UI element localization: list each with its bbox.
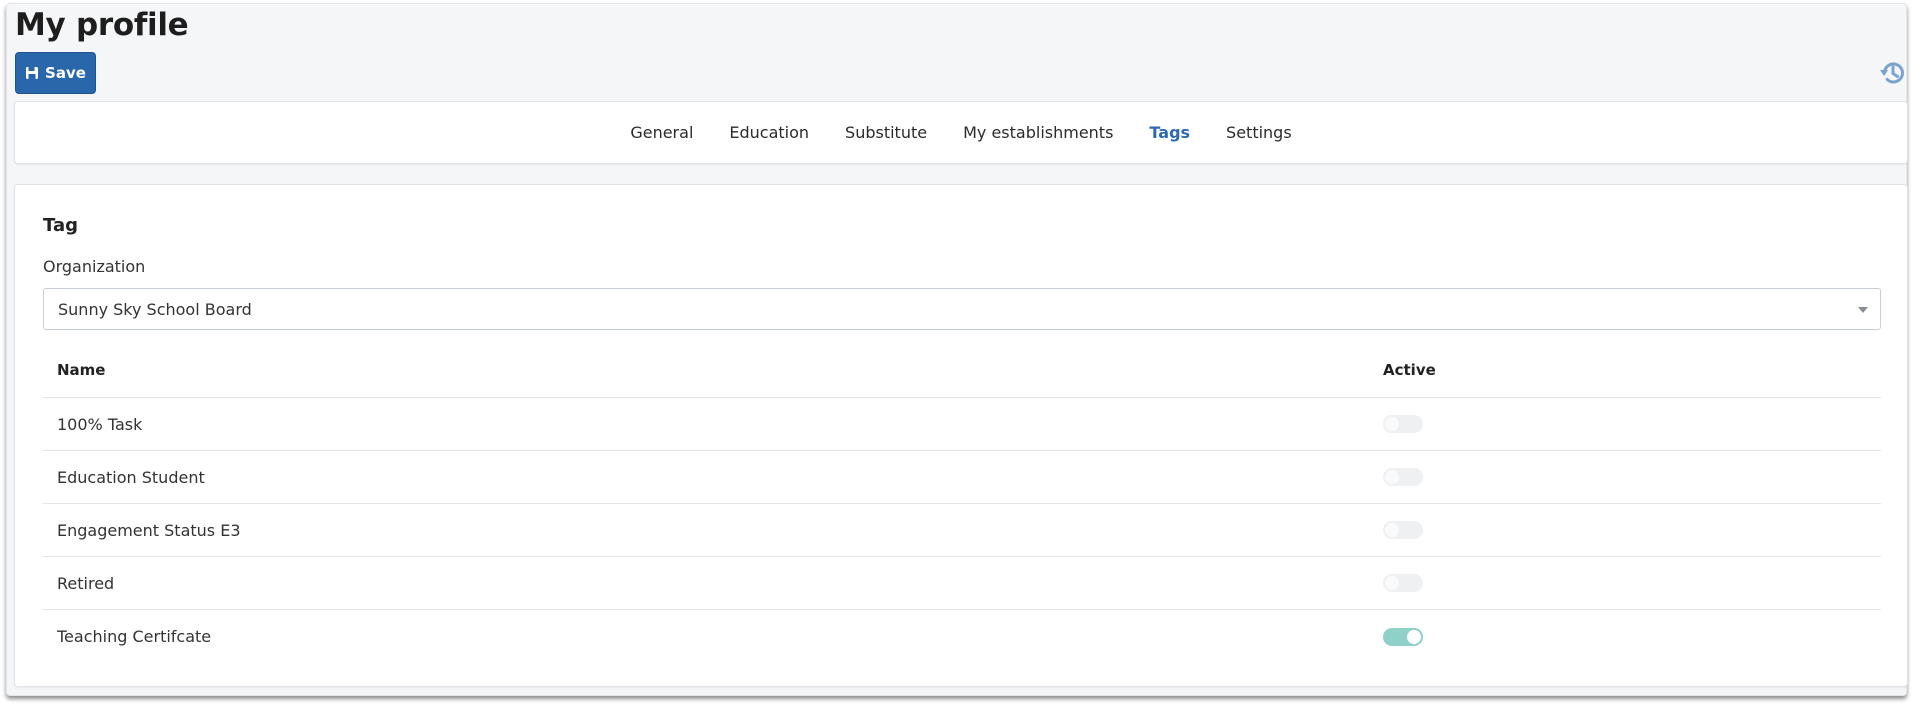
table-row: Retired — [43, 557, 1881, 610]
table-row: Education Student — [43, 451, 1881, 504]
tags-table: Name Active 100% Task Education Student … — [43, 343, 1881, 663]
table-row: Engagement Status E3 — [43, 504, 1881, 557]
toggle-knob — [1385, 470, 1399, 484]
toggle-knob — [1385, 523, 1399, 537]
active-toggle[interactable] — [1383, 468, 1423, 486]
toggle-knob — [1385, 576, 1399, 590]
tag-name: Retired — [57, 573, 115, 593]
tag-name: Education Student — [57, 467, 205, 487]
column-header-active: Active — [1383, 361, 1436, 379]
chevron-down-icon — [1858, 307, 1868, 313]
organization-select-value: Sunny Sky School Board — [58, 299, 252, 319]
tab-settings[interactable]: Settings — [1226, 123, 1292, 142]
tab-bar: General Education Substitute My establis… — [14, 101, 1908, 164]
active-toggle[interactable] — [1383, 574, 1423, 592]
tag-name: Engagement Status E3 — [57, 520, 241, 540]
page-title: My profile — [15, 7, 189, 43]
active-toggle[interactable] — [1383, 627, 1423, 646]
floppy-disk-icon — [26, 67, 39, 79]
toggle-knob — [1385, 417, 1399, 431]
tab-education[interactable]: Education — [729, 123, 809, 142]
organization-select[interactable]: Sunny Sky School Board — [43, 288, 1881, 330]
tag-name: Teaching Certifcate — [57, 627, 212, 646]
history-icon[interactable] — [1878, 58, 1908, 88]
toggle-knob — [1407, 629, 1421, 644]
page-frame: My profile Save General Education Substi… — [6, 3, 1908, 696]
tab-general[interactable]: General — [630, 123, 693, 142]
tab-my-establishments[interactable]: My establishments — [963, 123, 1113, 142]
active-toggle[interactable] — [1383, 415, 1423, 433]
tab-tags[interactable]: Tags — [1149, 123, 1190, 142]
tab-substitute[interactable]: Substitute — [845, 123, 927, 142]
section-title: Tag — [43, 215, 78, 236]
column-header-name: Name — [57, 361, 106, 379]
organization-label: Organization — [43, 257, 146, 276]
table-header: Name Active — [43, 343, 1881, 398]
save-button[interactable]: Save — [15, 52, 96, 94]
tags-panel: Tag Organization Sunny Sky School Board … — [14, 184, 1908, 687]
active-toggle[interactable] — [1383, 521, 1423, 539]
table-row: 100% Task — [43, 398, 1881, 451]
save-button-label: Save — [45, 64, 86, 82]
table-row: Teaching Certifcate — [43, 610, 1881, 663]
tag-name: 100% Task — [57, 414, 143, 434]
